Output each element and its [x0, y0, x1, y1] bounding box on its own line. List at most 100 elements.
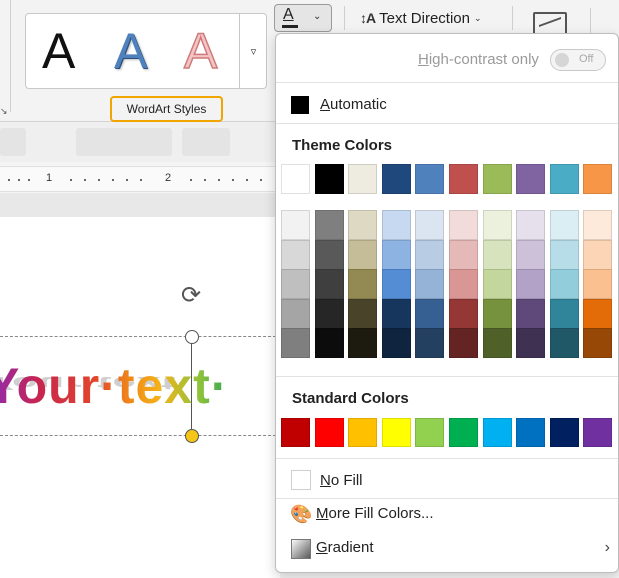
standard-color-swatch[interactable] [482, 418, 512, 447]
theme-shade-swatch[interactable] [583, 269, 613, 300]
toolbar-control[interactable] [182, 128, 230, 156]
theme-shade-swatch[interactable] [583, 328, 613, 359]
theme-shade-swatch[interactable] [482, 239, 512, 270]
theme-shade-swatch[interactable] [415, 239, 445, 270]
theme-color-swatch[interactable] [281, 164, 310, 194]
theme-shade-swatch[interactable] [482, 210, 512, 240]
toggle-knob [555, 53, 569, 67]
standard-color-swatch[interactable] [549, 418, 579, 447]
theme-shade-swatch[interactable] [516, 210, 546, 240]
theme-shade-swatch[interactable] [381, 328, 411, 359]
standard-color-swatch[interactable] [516, 418, 546, 447]
ruler-tick [98, 179, 100, 181]
theme-shade-swatch[interactable] [583, 239, 613, 270]
theme-shade-swatch[interactable] [381, 269, 411, 300]
theme-shade-swatch[interactable] [549, 210, 579, 240]
theme-shade-swatch[interactable] [449, 210, 478, 240]
theme-shade-swatch[interactable] [281, 269, 310, 300]
theme-color-swatch[interactable] [314, 164, 344, 194]
theme-shade-swatch[interactable] [549, 328, 579, 359]
theme-shade-swatch[interactable] [415, 210, 445, 240]
horizontal-ruler[interactable]: 1 2 [0, 166, 280, 192]
theme-shade-swatch[interactable] [314, 328, 344, 359]
standard-color-swatch[interactable] [281, 418, 310, 447]
theme-shade-swatch[interactable] [281, 239, 310, 270]
theme-shade-swatch[interactable] [449, 239, 478, 270]
theme-shade-swatch[interactable] [449, 328, 478, 359]
dialog-launcher-icon[interactable]: ↘ [0, 106, 10, 116]
standard-colors-title: Standard Colors [292, 390, 409, 407]
theme-color-swatch[interactable] [415, 164, 445, 194]
theme-shade-swatch[interactable] [415, 328, 445, 359]
high-contrast-toggle[interactable]: Off [550, 49, 606, 71]
theme-shade-swatch[interactable] [482, 298, 512, 329]
theme-shade-swatch[interactable] [482, 328, 512, 359]
more-fill-colors-option[interactable]: 🎨 More Fill Colors... [284, 500, 614, 530]
selection-border-bottom [0, 435, 276, 436]
theme-shade-swatch[interactable] [314, 210, 344, 240]
theme-color-swatch[interactable] [583, 164, 613, 194]
adjust-handle-bottom[interactable] [185, 429, 199, 443]
theme-shade-swatch[interactable] [583, 298, 613, 329]
theme-shade-swatch[interactable] [516, 328, 546, 359]
theme-shade-swatch[interactable] [381, 210, 411, 240]
theme-color-swatch[interactable] [381, 164, 411, 194]
wordart-style-blue[interactable]: A [114, 22, 147, 80]
standard-color-swatch[interactable] [314, 418, 344, 447]
ruler-tick [204, 179, 206, 181]
theme-shade-swatch[interactable] [348, 298, 378, 329]
theme-shade-swatch[interactable] [348, 239, 378, 270]
theme-shade-swatch[interactable] [449, 298, 478, 329]
theme-color-swatch[interactable] [348, 164, 378, 194]
theme-shade-swatch[interactable] [314, 269, 344, 300]
theme-shade-swatch[interactable] [583, 210, 613, 240]
toolbar-control[interactable] [0, 128, 26, 156]
standard-color-swatch[interactable] [381, 418, 411, 447]
theme-color-swatch[interactable] [549, 164, 579, 194]
standard-color-swatch[interactable] [415, 418, 445, 447]
wordart-text[interactable]: Your·text· [0, 358, 228, 414]
theme-shade-swatch[interactable] [516, 298, 546, 329]
theme-shade-swatch[interactable] [348, 269, 378, 300]
theme-shade-swatch[interactable] [281, 298, 310, 329]
theme-shade-swatch[interactable] [516, 239, 546, 270]
text-direction-button[interactable]: ↕A Text Direction ⌄ [360, 7, 482, 29]
theme-shade-swatch[interactable] [516, 269, 546, 300]
no-fill-option[interactable]: No Fill [284, 466, 610, 496]
theme-shade-swatch[interactable] [415, 298, 445, 329]
theme-shade-swatch[interactable] [281, 328, 310, 359]
theme-shade-swatch[interactable] [549, 239, 579, 270]
theme-color-swatch[interactable] [516, 164, 546, 194]
automatic-color-option[interactable]: Automatic [284, 90, 610, 120]
wordart-style-pink-outline[interactable]: A [183, 22, 218, 80]
gallery-more-button[interactable]: ▿ [239, 14, 267, 88]
wordart-style-black[interactable]: A [42, 22, 75, 80]
theme-shade-swatch[interactable] [381, 239, 411, 270]
standard-color-swatch[interactable] [348, 418, 378, 447]
rotate-handle-icon[interactable]: ⟳ [178, 283, 204, 309]
theme-shade-swatch[interactable] [314, 239, 344, 270]
theme-shade-swatch[interactable] [449, 269, 478, 300]
theme-shade-swatch[interactable] [348, 328, 378, 359]
toolbar-control[interactable] [76, 128, 172, 156]
resize-handle-top[interactable] [185, 330, 199, 344]
theme-shade-swatch[interactable] [415, 269, 445, 300]
theme-shade-swatch[interactable] [281, 210, 310, 240]
theme-shade-swatch[interactable] [549, 298, 579, 329]
theme-shade-swatch[interactable] [314, 298, 344, 329]
text-fill-color-button[interactable]: A ⌄ [274, 4, 332, 32]
theme-shade-swatch[interactable] [482, 269, 512, 300]
menu-divider [276, 82, 618, 83]
standard-color-swatch[interactable] [583, 418, 613, 447]
theme-shade-swatch[interactable] [348, 210, 378, 240]
ruler-number: 2 [165, 172, 172, 184]
theme-color-swatch[interactable] [449, 164, 478, 194]
theme-shade-swatch[interactable] [549, 269, 579, 300]
ruler-tick [190, 179, 192, 181]
menu-divider [276, 458, 618, 459]
text-fill-a-icon: A [283, 6, 294, 23]
theme-shade-swatch[interactable] [381, 298, 411, 329]
theme-color-swatch[interactable] [482, 164, 512, 194]
standard-color-swatch[interactable] [449, 418, 478, 447]
gradient-option[interactable]: Gradient › [284, 534, 614, 564]
